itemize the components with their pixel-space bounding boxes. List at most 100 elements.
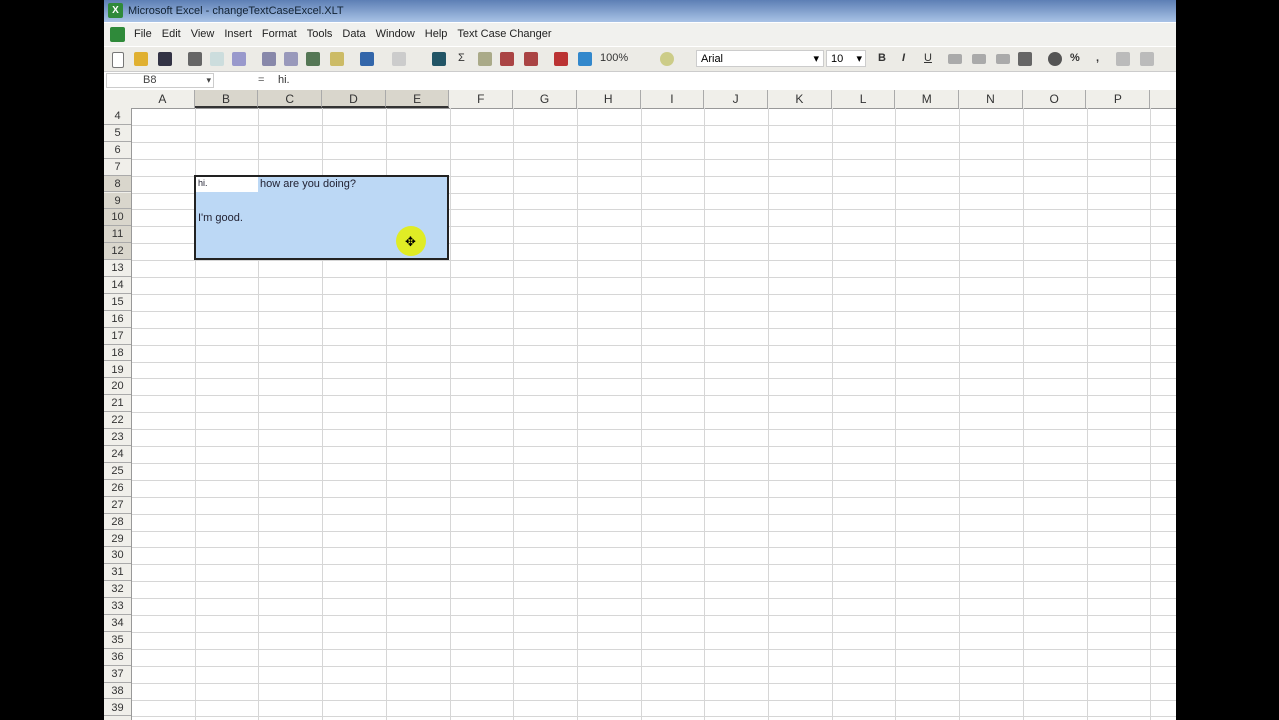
column-header-N[interactable]: N [959, 90, 1023, 108]
menu-insert[interactable]: Insert [224, 23, 252, 46]
row-header-31[interactable]: 31 [104, 564, 131, 582]
save-icon[interactable] [158, 52, 172, 66]
menu-text-case-changer[interactable]: Text Case Changer [457, 23, 551, 46]
format-painter-icon[interactable] [330, 52, 344, 66]
row-header-25[interactable]: 25 [104, 463, 131, 480]
merge-center-icon[interactable] [1018, 52, 1032, 66]
row-header-20[interactable]: 20 [104, 378, 131, 396]
row-header-39[interactable]: 39 [104, 700, 131, 717]
underline-button[interactable]: U [924, 52, 932, 64]
column-header-M[interactable]: M [895, 90, 960, 108]
row-header-14[interactable]: 14 [104, 277, 131, 294]
column-header-A[interactable]: A [131, 90, 195, 108]
menu-data[interactable]: Data [342, 23, 365, 46]
align-left-icon[interactable] [948, 54, 962, 64]
column-header-O[interactable]: O [1023, 90, 1087, 108]
column-header-F[interactable]: F [450, 90, 514, 108]
row-header-9[interactable]: 9 [104, 192, 131, 210]
row-header-23[interactable]: 23 [104, 429, 131, 446]
column-header-E[interactable]: E [385, 90, 450, 108]
row-header-10[interactable]: 10 [104, 209, 131, 227]
font-select[interactable]: Arial ▾ [696, 50, 824, 67]
percent-button[interactable]: % [1070, 52, 1080, 64]
column-header-J[interactable]: J [704, 90, 768, 108]
new-icon[interactable] [112, 52, 124, 68]
document-icon[interactable] [110, 27, 125, 42]
row-header-34[interactable]: 34 [104, 615, 131, 632]
row-header-15[interactable]: 15 [104, 294, 131, 311]
row-header-33[interactable]: 33 [104, 598, 131, 615]
row-header-38[interactable]: 38 [104, 683, 131, 700]
row-header-28[interactable]: 28 [104, 514, 131, 531]
column-header-D[interactable]: D [322, 90, 386, 108]
sort-ascending-icon[interactable] [500, 52, 514, 66]
row-header-36[interactable]: 36 [104, 649, 131, 666]
column-header-L[interactable]: L [832, 90, 896, 108]
row-header-29[interactable]: 29 [104, 531, 131, 548]
row-header-6[interactable]: 6 [104, 142, 131, 159]
sort-descending-icon[interactable] [524, 52, 538, 66]
increase-decimal-icon[interactable] [1116, 52, 1130, 66]
italic-button[interactable]: I [902, 52, 905, 64]
row-header-27[interactable]: 27 [104, 497, 131, 514]
currency-icon[interactable] [1048, 52, 1062, 66]
column-header-K[interactable]: K [768, 90, 832, 108]
row-header-13[interactable]: 13 [104, 260, 131, 277]
help-icon[interactable] [660, 52, 674, 66]
print-preview-icon[interactable] [210, 52, 224, 66]
zoom-select[interactable]: 100% [600, 52, 628, 64]
name-box[interactable]: B8 ▾ [106, 73, 214, 88]
copy-icon[interactable] [284, 52, 298, 66]
spelling-icon[interactable] [232, 52, 246, 66]
row-header-37[interactable]: 37 [104, 666, 131, 683]
chart-wizard-icon[interactable] [554, 52, 568, 66]
cell-c8[interactable]: how are you doing? [260, 178, 356, 190]
formula-input[interactable]: hi. [278, 74, 290, 86]
print-icon[interactable] [188, 52, 202, 66]
row-header-5[interactable]: 5 [104, 125, 131, 142]
row-header-17[interactable]: 17 [104, 328, 131, 345]
column-header-P[interactable]: P [1087, 90, 1151, 108]
row-header-30[interactable]: 30 [104, 547, 131, 565]
bold-button[interactable]: B [878, 52, 886, 64]
hyperlink-icon[interactable] [432, 52, 446, 66]
column-header-G[interactable]: G [513, 90, 577, 108]
row-header-21[interactable]: 21 [104, 395, 131, 413]
undo-icon[interactable] [360, 52, 374, 66]
paste-icon[interactable] [306, 52, 320, 66]
function-icon[interactable] [478, 52, 492, 66]
row-header-19[interactable]: 19 [104, 362, 131, 379]
redo-icon[interactable] [392, 52, 406, 66]
menu-help[interactable]: Help [425, 23, 448, 46]
row-header-24[interactable]: 24 [104, 446, 131, 463]
row-header-26[interactable]: 26 [104, 480, 131, 497]
open-icon[interactable] [134, 52, 148, 66]
autosum-button[interactable]: Σ [458, 52, 465, 64]
column-header-H[interactable]: H [577, 90, 641, 108]
menu-format[interactable]: Format [262, 23, 297, 46]
row-header-16[interactable]: 16 [104, 311, 131, 328]
row-header-4[interactable]: 4 [104, 108, 131, 125]
menu-file[interactable]: File [134, 23, 152, 46]
menu-edit[interactable]: Edit [162, 23, 181, 46]
decrease-decimal-icon[interactable] [1140, 52, 1154, 66]
cell-b10[interactable]: I'm good. [198, 212, 243, 224]
font-size-select[interactable]: 10 ▾ [826, 50, 866, 67]
menu-view[interactable]: View [191, 23, 215, 46]
cut-icon[interactable] [262, 52, 276, 66]
row-header-22[interactable]: 22 [104, 412, 131, 430]
align-center-icon[interactable] [972, 54, 986, 64]
row-header-7[interactable]: 7 [104, 159, 131, 176]
row-header-12[interactable]: 12 [104, 243, 131, 261]
cell-b8[interactable]: hi. [198, 178, 208, 188]
menu-window[interactable]: Window [376, 23, 415, 46]
row-header-8[interactable]: 8 [104, 175, 131, 193]
menu-tools[interactable]: Tools [307, 23, 333, 46]
row-header-18[interactable]: 18 [104, 345, 131, 362]
drawing-icon[interactable] [578, 52, 592, 66]
align-right-icon[interactable] [996, 54, 1010, 64]
row-header-32[interactable]: 32 [104, 581, 131, 599]
comma-button[interactable]: , [1096, 52, 1099, 64]
row-header-35[interactable]: 35 [104, 632, 131, 649]
row-header-11[interactable]: 11 [104, 226, 131, 244]
